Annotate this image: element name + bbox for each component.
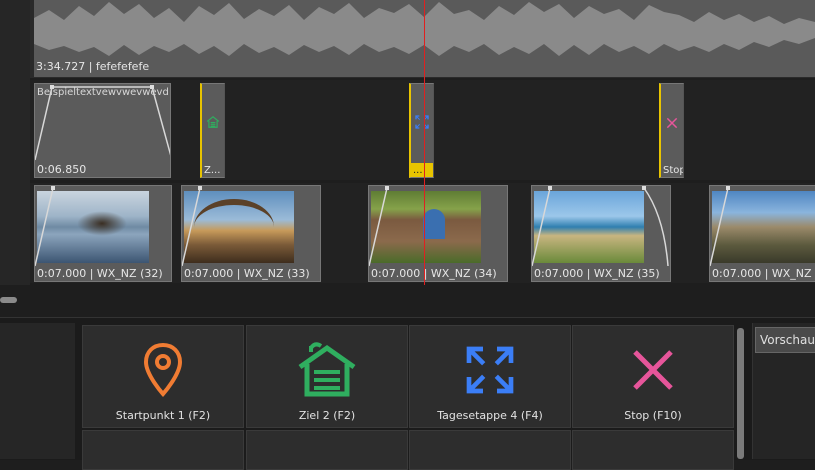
tile-startpunkt[interactable]: Startpunkt 1 (F2): [82, 325, 244, 428]
marker-clip-label: Z...: [204, 165, 221, 176]
preview-tab-label: Vorschau: [760, 333, 815, 347]
audio-clip-caption: 3:34.727 | fefefefefe: [36, 60, 150, 73]
expand-icon: [466, 346, 514, 394]
close-icon: [666, 117, 678, 129]
tile-label: Stop (F10): [624, 409, 682, 422]
fade-handle[interactable]: [548, 186, 552, 190]
tile-row2-1[interactable]: [82, 430, 244, 470]
tile-stop[interactable]: Stop (F10): [572, 325, 734, 428]
fade-handle[interactable]: [51, 186, 55, 190]
image-clip-caption: 0:07.000 | WX_NZ (35): [534, 267, 660, 280]
expand-icon: [415, 115, 429, 129]
tile-row2-2[interactable]: [246, 430, 408, 470]
marker-clip-ziel[interactable]: Z...: [200, 83, 225, 178]
image-clip-caption: 0:07.000 | WX_NZ (34): [371, 267, 497, 280]
image-clip-caption: 0:07.000 | WX_NZ: [712, 267, 812, 280]
image-clip[interactable]: 0:07.000 | WX_NZ (35): [531, 185, 671, 282]
text-clip-duration: 0:06.850: [37, 163, 87, 176]
tile-label: Startpunkt 1 (F2): [115, 409, 211, 422]
fade-handle[interactable]: [642, 186, 646, 190]
image-clip-caption: 0:07.000 | WX_NZ (32): [37, 267, 163, 280]
marker-clip-label: ...: [413, 165, 423, 176]
map-pin-icon: [143, 342, 183, 397]
image-clip[interactable]: 0:07.000 | WX_NZ (32): [34, 185, 172, 282]
palette-scrollbar-track: [736, 325, 746, 459]
track-header-column: [0, 0, 30, 285]
house-icon: [298, 342, 356, 397]
tile-row2-3[interactable]: [409, 430, 571, 470]
text-clip-title: Beispieltextvewvwevwevd: [37, 87, 169, 98]
image-clip[interactable]: 0:07.000 | WX_NZ: [709, 185, 815, 282]
palette-scrollbar-thumb[interactable]: [737, 328, 744, 459]
tile-label: Tagesetappe 4 (F4): [437, 409, 543, 422]
playhead[interactable]: [424, 0, 425, 295]
tile-label: Ziel 2 (F2): [298, 409, 356, 422]
close-icon: [633, 350, 673, 390]
fade-handle[interactable]: [198, 186, 202, 190]
fade-handle[interactable]: [726, 186, 730, 190]
text-clip[interactable]: Beispieltextvewvwevwevd 0:06.850: [34, 83, 171, 178]
timeline-scrollbar-track: [0, 285, 815, 317]
marker-clip-tagesetappe[interactable]: ...: [409, 83, 434, 178]
left-side-panel: [0, 323, 75, 459]
marker-clip-stop[interactable]: Stop: [659, 83, 684, 178]
timeline-scrollbar-thumb[interactable]: [0, 297, 17, 303]
fade-handle[interactable]: [385, 186, 389, 190]
preview-tab[interactable]: Vorschau: [755, 327, 815, 353]
image-clip-caption: 0:07.000 | WX_NZ (33): [184, 267, 310, 280]
audio-track: 3:34.727 | fefefefefe: [30, 0, 815, 78]
tile-tagesetappe[interactable]: Tagesetappe 4 (F4): [409, 325, 571, 428]
tile-row2-4[interactable]: [572, 430, 734, 470]
image-clip[interactable]: 0:07.000 | WX_NZ (33): [181, 185, 321, 282]
tile-ziel[interactable]: Ziel 2 (F2): [246, 325, 408, 428]
house-icon: [206, 116, 220, 128]
image-clip[interactable]: 0:07.000 | WX_NZ (34): [368, 185, 508, 282]
marker-clip-label: Stop: [663, 165, 684, 176]
